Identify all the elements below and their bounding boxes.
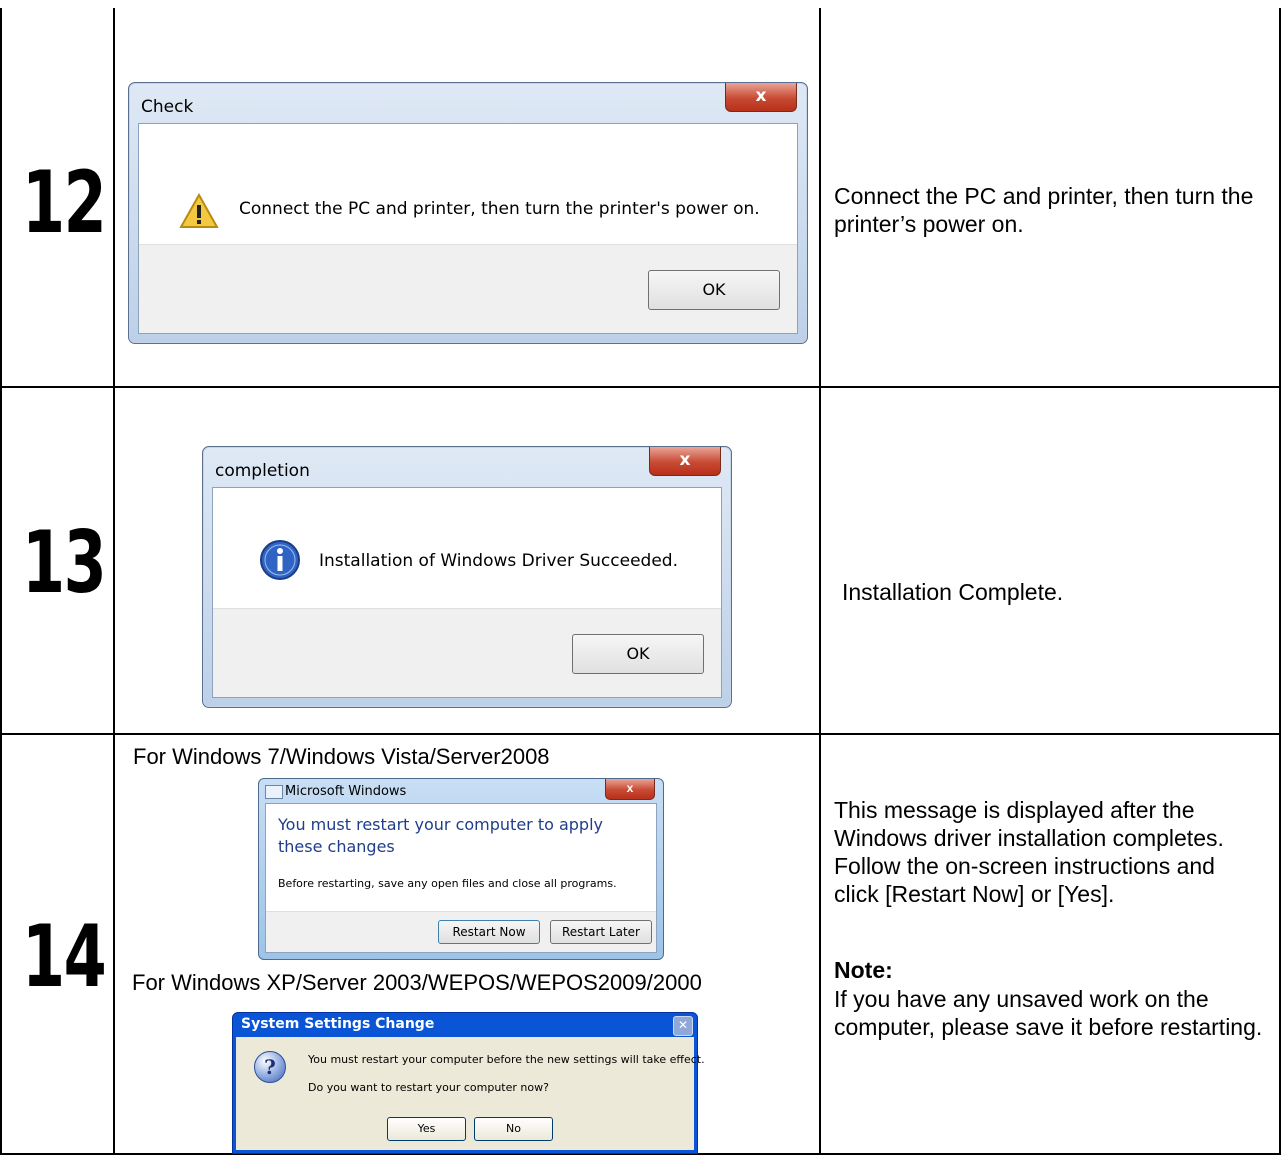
warning-icon bbox=[179, 193, 219, 228]
xp-message-line-2: Do you want to restart your computer now… bbox=[308, 1081, 549, 1094]
no-button[interactable]: No bbox=[474, 1117, 553, 1141]
close-button[interactable]: ✕ bbox=[673, 1016, 693, 1036]
step-number-12: 12 bbox=[22, 153, 107, 253]
ok-button[interactable]: OK bbox=[572, 634, 704, 674]
note-text: If you have any unsaved work on the comp… bbox=[834, 986, 1263, 1040]
close-icon: x bbox=[679, 450, 691, 470]
dialog-title: completion bbox=[215, 461, 310, 481]
ok-button[interactable]: OK bbox=[648, 270, 780, 310]
dialog-title: System Settings Change bbox=[241, 1016, 435, 1032]
check-dialog: Check x Connect the PC and printer, then… bbox=[128, 82, 808, 344]
caption-windows-xp: For Windows XP/Server 2003/WEPOS/WEPOS20… bbox=[132, 970, 702, 995]
restart-subtext: Before restarting, save any open files a… bbox=[278, 877, 617, 890]
dialog-message: Connect the PC and printer, then turn th… bbox=[239, 199, 760, 219]
restart-dialog-vista: Microsoft Windows x You must restart you… bbox=[258, 778, 664, 960]
close-button[interactable]: x bbox=[649, 447, 721, 476]
system-settings-change-dialog: System Settings Change ✕ ? You must rest… bbox=[232, 1012, 705, 1154]
completion-dialog: completion x Installation of Windows Dri… bbox=[202, 446, 732, 708]
step-12-description: Connect the PC and printer, then turn th… bbox=[834, 183, 1254, 237]
restart-now-button[interactable]: Restart Now bbox=[438, 920, 540, 944]
step-13-description: Installation Complete. bbox=[842, 579, 1064, 605]
step-number-13: 13 bbox=[22, 513, 107, 613]
dialog-title: Microsoft Windows bbox=[285, 784, 407, 799]
close-button[interactable]: x bbox=[725, 83, 797, 112]
caption-windows-7: For Windows 7/Windows Vista/Server2008 bbox=[133, 744, 550, 769]
step-14-description: This message is displayed after the Wind… bbox=[834, 797, 1224, 907]
close-icon: ✕ bbox=[677, 1018, 689, 1032]
window-icon bbox=[265, 785, 283, 799]
steps-table: 12 Check x Connect the PC and printer, t… bbox=[0, 0, 1281, 1155]
restart-later-button[interactable]: Restart Later bbox=[550, 920, 652, 944]
table-divider-number bbox=[113, 8, 115, 1155]
restart-heading: You must restart your computer to apply … bbox=[278, 815, 603, 856]
yes-button[interactable]: Yes bbox=[387, 1117, 466, 1141]
row-divider-12-13 bbox=[0, 386, 1281, 388]
table-border-left bbox=[0, 8, 2, 1155]
note-label: Note: bbox=[834, 957, 893, 983]
dialog-title: Check bbox=[141, 97, 194, 117]
table-divider-description bbox=[819, 8, 821, 1155]
close-icon: x bbox=[755, 86, 767, 106]
info-icon bbox=[260, 540, 300, 580]
dialog-message: Installation of Windows Driver Succeeded… bbox=[319, 551, 678, 571]
step-number-14: 14 bbox=[22, 907, 107, 1007]
row-divider-13-14 bbox=[0, 733, 1281, 735]
close-icon: x bbox=[626, 781, 634, 795]
xp-message-line-1: You must restart your computer before th… bbox=[308, 1053, 705, 1066]
question-icon: ? bbox=[254, 1051, 286, 1083]
close-button[interactable]: x bbox=[605, 779, 655, 800]
